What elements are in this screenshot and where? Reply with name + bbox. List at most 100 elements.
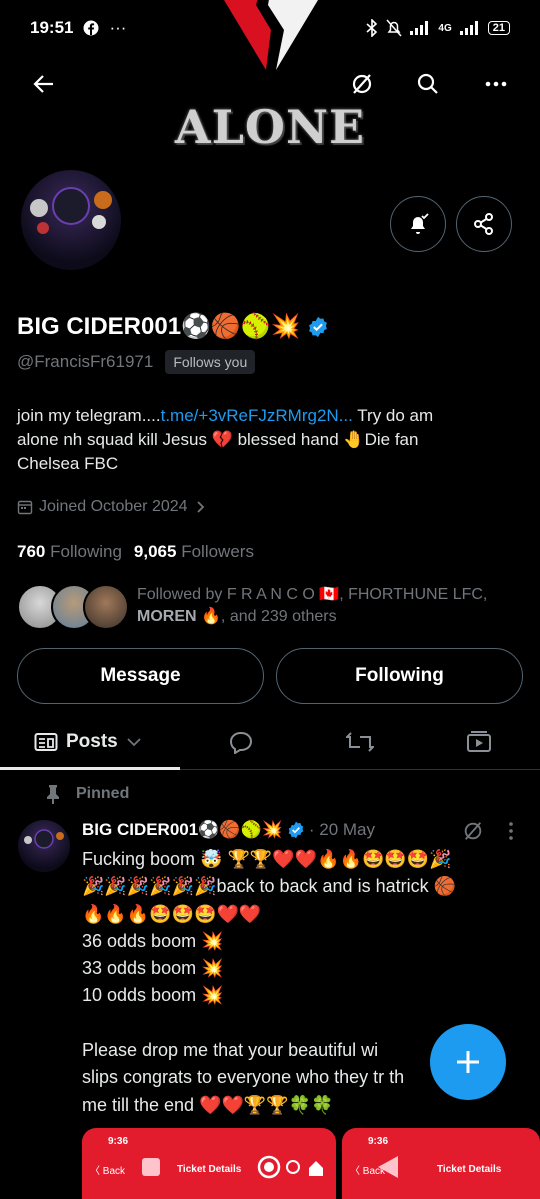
status-more: ··· [109,18,127,37]
tab-posts-label: Posts [66,731,118,752]
post-line: 36 odds boom 💥 [82,930,224,951]
signal-icon-2 [459,21,478,35]
followed-by-suffix: , and 239 others [220,608,337,625]
profile-name-row: BIG CIDER001⚽🏀🥎💥 [17,312,329,341]
thumb-title: Ticket Details [437,1164,502,1175]
post-more-button[interactable] [506,820,516,847]
post-date: · 20 May [308,820,376,839]
facebook-icon [83,20,99,36]
avatar-art [30,187,112,234]
post-author-avatar[interactable] [18,820,70,872]
post-avatar-art [24,829,64,849]
followers-avatars [17,584,129,630]
followers-stat[interactable]: 9,065 Followers [134,542,254,562]
grok-icon [464,822,482,840]
pin-icon [47,785,59,804]
following-stat[interactable]: 760 Following [17,542,122,562]
profile-top-nav [0,64,540,116]
profile-name: BIG CIDER001⚽🏀🥎💥 [17,313,301,340]
back-button[interactable] [24,64,64,104]
more-dots-icon [485,81,507,87]
thumb-back: 〈 Back [90,1166,126,1177]
post-line: 🎉🎉🎉🎉🎉🎉back to back and is hatrick 🏀 [82,876,456,897]
verified-badge-icon[interactable] [307,316,329,338]
posts-icon [34,733,58,751]
post-line: 🔥🔥🔥🤩🤩🤩❤️❤️ [82,903,262,924]
joined-row[interactable]: Joined October 2024 [17,498,206,516]
pinned-label-row: Pinned [44,784,129,804]
search-icon [417,73,438,94]
battery-indicator: 21 [487,21,510,35]
following-count: 760 [17,542,46,561]
followed-by-text: Followed by F R A N C O 🇨🇦, FHORTHUNE LF… [137,584,527,628]
profile-handle: @FrancisFr61971 [17,352,154,371]
share-button[interactable] [456,196,512,252]
back-arrow-icon [33,75,53,93]
tab-posts[interactable]: Posts [34,714,142,770]
pinned-label: Pinned [76,785,130,802]
followers-label: Followers [181,542,254,561]
network-type: 4G [438,22,452,34]
calendar-icon [17,500,33,515]
reply-bubble-icon [229,731,253,754]
chevron-right-icon [196,501,204,513]
bell-check-icon [411,213,429,234]
post-header: BIG CIDER001⚽🏀🥎💥 · 20 May [82,820,375,840]
thumb-square [142,1158,160,1176]
compose-post-button[interactable] [430,1024,506,1100]
handle-row: @FrancisFr61971 Follows you [17,350,256,374]
thumb-play-shape [378,1156,398,1178]
follows-you-badge: Follows you [165,350,256,374]
more-vertical-icon [509,822,513,840]
bluetooth-icon [366,19,378,37]
bio-prefix: join my telegram.... [17,406,161,425]
joined-date: Joined October 2024 [39,498,188,515]
tab-active-indicator [0,767,180,770]
bio-line1-suffix: Try do am [352,406,434,425]
bio-line3: Chelsea FBC [17,454,119,473]
post-line: 10 odds boom 💥 [82,985,224,1006]
video-tab-icon [467,731,491,752]
following-label: Following [50,542,122,561]
thumb-title: Ticket Details [177,1164,242,1175]
profile-bio: join my telegram....t.me/+3vReFJzRMrg2N.… [17,404,527,476]
tab-reposts[interactable] [346,714,374,770]
grok-icon [352,74,372,94]
thumb-time: 9:36 [368,1136,389,1147]
share-icon [474,213,493,235]
profile-tabs: Posts [0,714,540,770]
post-media-image[interactable]: 9:36 〈 Back Ticket Details [342,1128,540,1199]
repost-icon [346,732,374,752]
post-line: Fucking boom 🤯 🏆🏆❤️❤️🔥🔥🤩🤩🤩🎉 [82,849,452,869]
post-grok-button[interactable] [462,820,484,847]
plus-icon [457,1051,479,1073]
post-author-name[interactable]: BIG CIDER001⚽🏀🥎💥 [82,820,283,840]
bio-telegram-link[interactable]: t.me/+3vReFJzRMrg2N... [161,406,353,425]
status-time: 19:51 [30,18,74,37]
more-options-button[interactable] [476,64,516,104]
chevron-down-icon [127,738,141,747]
followed-by-bold: MOREN 🔥 [137,608,221,625]
followed-by-row[interactable]: Followed by F R A N C O 🇨🇦, FHORTHUNE LF… [17,584,527,630]
mute-bell-icon [386,19,402,37]
notifications-button[interactable] [390,196,446,252]
following-button[interactable]: Following [276,648,523,704]
followers-count: 9,065 [133,542,177,561]
follow-stats: 760 Following 9,065 Followers [17,542,254,562]
follower-avatar [83,584,129,630]
profile-avatar[interactable] [17,166,125,274]
grok-button[interactable] [342,64,382,104]
signal-icon [410,21,429,35]
bio-line2: alone nh squad kill Jesus 💔 blessed hand… [17,430,419,449]
tab-replies[interactable] [228,714,254,770]
thumb-time: 9:36 [108,1136,129,1147]
post-line: 33 odds boom 💥 [82,958,224,979]
followed-by-prefix: Followed by F R A N C O 🇨🇦, FHORTHUNE LF… [137,586,488,603]
tab-videos[interactable] [466,714,492,770]
thumb-icons [257,1155,323,1179]
verified-badge-icon [288,821,304,839]
search-button[interactable] [408,64,448,104]
message-button[interactable]: Message [17,648,264,704]
status-bar: 19:51 ··· 4G 21 [0,0,540,56]
post-media-image[interactable]: 9:36 〈 Back Ticket Details [82,1128,336,1199]
